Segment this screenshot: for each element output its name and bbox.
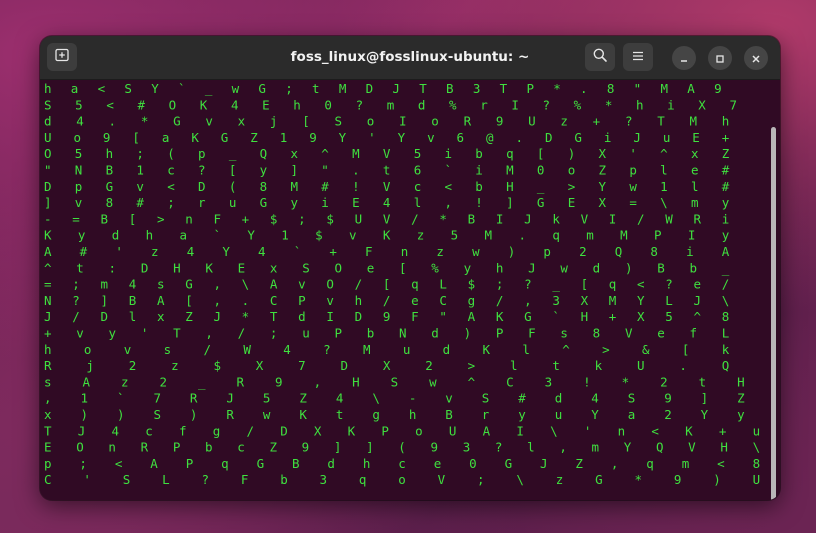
search-icon xyxy=(592,47,608,67)
maximize-button[interactable] xyxy=(708,46,732,70)
matrix-rain-display: h a < S Y ` _ w G ; t M D J T B 3 T P * … xyxy=(44,81,760,487)
menu-button[interactable] xyxy=(623,43,653,71)
matrix-row: D p G v < D ( 8 M # ! V c < b H _ > Y w … xyxy=(44,179,730,194)
matrix-row: S 5 < # O K 4 E h 0 ? m d % r I ? % * h … xyxy=(44,97,737,112)
matrix-row: A # ' z 4 Y 4 ` + F n z w ) p 2 Q 8 i A xyxy=(44,244,730,259)
minimize-button[interactable] xyxy=(672,46,696,70)
matrix-row: h a < S Y ` _ w G ; t M D J T B 3 T P * … xyxy=(44,81,722,96)
matrix-row: + v y ' T , / ; u P b N d ) P F s 8 V e … xyxy=(44,326,729,341)
matrix-row: K y d h a ` Y 1 $ v K z 5 M . q m M P I … xyxy=(44,228,730,243)
matrix-row: d 4 . * G v x j [ S o I o R 9 U z + ? T … xyxy=(44,114,729,129)
matrix-row: ^ t : D H K E x S O e [ % y h J w d ) B … xyxy=(44,260,730,275)
close-icon xyxy=(751,49,761,68)
maximize-icon xyxy=(715,49,725,68)
matrix-row: ] v 8 # ; r u G y i E 4 l , ! ] G E X = … xyxy=(44,195,730,210)
matrix-row: x ) ) S ) R w K t g h B r y u Y a 2 Y y xyxy=(44,407,745,422)
hamburger-menu-icon xyxy=(631,48,645,67)
terminal-output-area[interactable]: h a < S Y ` _ w G ; t M D J T B 3 T P * … xyxy=(40,80,780,500)
matrix-row: T J 4 c f g / D X K P o U A I \ ' n < K … xyxy=(44,423,760,438)
scrollbar[interactable] xyxy=(771,127,776,500)
search-button[interactable] xyxy=(585,43,615,71)
matrix-row: J / D l x Z J * T d I D 9 F " A K G ` H … xyxy=(44,309,729,324)
matrix-row: " N B 1 c ? [ y ] " . t 6 ` i M 0 o Z p … xyxy=(44,163,730,178)
title-bar: foss_linux@fosslinux-ubuntu: ~ xyxy=(40,36,780,80)
matrix-row: s A z 2 _ R 9 , H S w ^ C 3 ! * 2 t H xyxy=(44,374,745,389)
matrix-row: N ? ] B A [ , . C P v h / e C g / , 3 X … xyxy=(44,293,729,308)
matrix-row: , 1 ` 7 R J 5 Z 4 \ - v S # d 4 S 9 ] Z xyxy=(44,391,745,406)
matrix-row: U o 9 [ a K G Z 1 9 Y ' Y v 6 @ . D G i … xyxy=(44,130,729,145)
matrix-row: p ; < A P q G B d h c e 0 G J Z , q m < … xyxy=(44,456,760,471)
close-button[interactable] xyxy=(744,46,768,70)
terminal-window: foss_linux@fosslinux-ubuntu: ~ h a < S Y… xyxy=(40,36,780,500)
matrix-row: - = B [ > n F + $ ; $ U V / * B I J k V … xyxy=(44,211,729,226)
minimize-icon xyxy=(679,49,689,68)
matrix-row: O 5 h ; ( p _ Q x ^ M V 5 i b q [ ) X ' … xyxy=(44,146,730,161)
matrix-row: C ' S L ? F b 3 q o V ; \ z G * 9 ) U xyxy=(44,472,760,487)
matrix-row: h o v s / W 4 ? M u d K l ^ > & [ k xyxy=(44,342,730,357)
new-tab-button[interactable] xyxy=(47,43,77,71)
matrix-row: = ; m 4 s G , \ A v O / [ q L $ ; ? _ [ … xyxy=(44,277,729,292)
window-title: foss_linux@fosslinux-ubuntu: ~ xyxy=(290,49,530,65)
matrix-row: R j 2 z $ X 7 D X 2 > l t k U . Q xyxy=(44,358,729,373)
matrix-row: E O n R P b c Z 9 ] ] ( 9 3 ? l , m Y Q … xyxy=(44,440,760,455)
new-tab-icon xyxy=(54,47,70,67)
